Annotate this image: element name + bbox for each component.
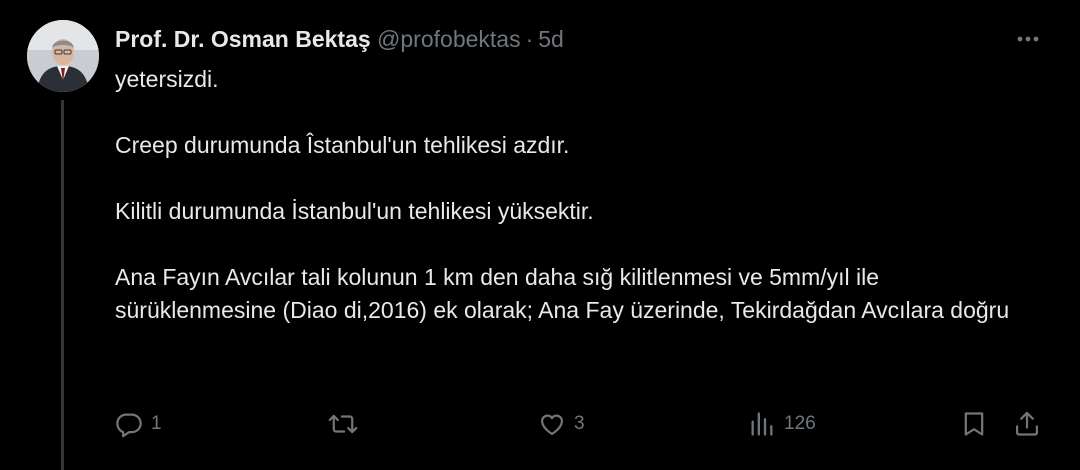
timestamp[interactable]: 5d (538, 26, 564, 52)
tweet-header: Prof. Dr. Osman Bektaş @profobektas · 5d (115, 24, 564, 54)
like-count: 3 (574, 413, 585, 434)
tweet-text: yetersizdi. Creep durumunda Îstanbul'un … (115, 63, 1045, 327)
author-handle[interactable]: @profobektas (377, 26, 521, 52)
avatar[interactable] (27, 20, 99, 92)
author-name[interactable]: Prof. Dr. Osman Bektaş (115, 26, 371, 52)
reply-button[interactable]: 1 (115, 404, 162, 444)
more-icon (1017, 36, 1039, 42)
share-icon (1015, 411, 1039, 436)
reply-icon (116, 413, 142, 438)
views-count: 126 (784, 413, 816, 434)
like-icon (540, 414, 564, 436)
tweet-paragraph: yetersizdi. (115, 66, 219, 92)
tweet-paragraph: Ana Fayın Avcılar tali kolunun 1 km den … (115, 264, 1010, 323)
like-button[interactable]: 3 (538, 404, 585, 444)
bookmark-icon (964, 412, 984, 436)
repost-button[interactable] (328, 404, 366, 444)
tweet-paragraph: Kilitli durumunda İstanbul'un tehlikesi … (115, 198, 594, 224)
tweet-paragraph: Creep durumunda Îstanbul'un tehlikesi az… (115, 132, 570, 158)
repost-icon (328, 414, 358, 434)
more-button[interactable] (1008, 26, 1048, 52)
views-button[interactable]: 126 (748, 404, 816, 444)
separator: · (525, 26, 534, 52)
avatar-image (27, 20, 99, 92)
reply-count: 1 (151, 413, 162, 434)
views-icon (751, 412, 773, 436)
share-button[interactable] (1013, 404, 1041, 444)
action-bar: 1 3 126 (0, 404, 1080, 444)
bookmark-button[interactable] (960, 404, 988, 444)
tweet[interactable]: Prof. Dr. Osman Bektaş @profobektas · 5d y… (0, 0, 1080, 470)
